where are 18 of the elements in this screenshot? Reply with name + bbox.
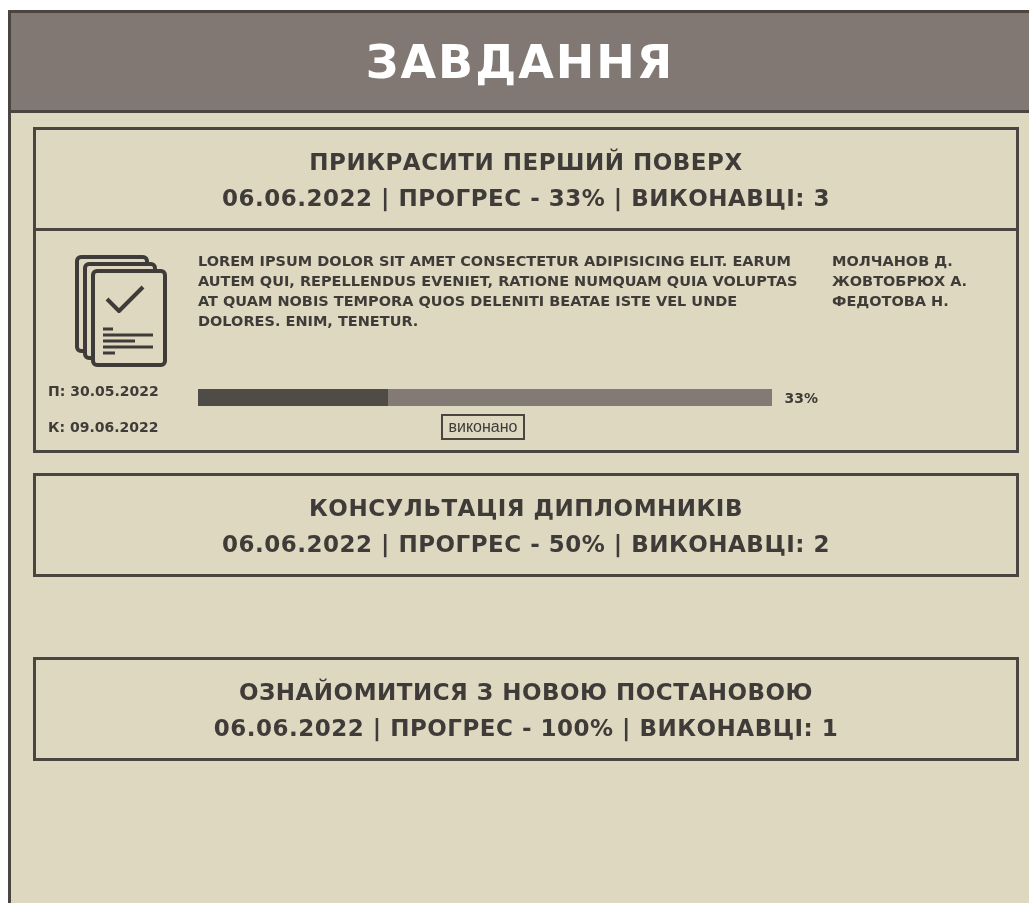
progress-percent: 33% [784, 389, 818, 406]
task-title: КОНСУЛЬТАЦІЯ ДИПЛОМНИКІВ [308, 494, 744, 523]
task-title: ОЗНАЙОМИТИСЯ З НОВОЮ ПОСТАНОВОЮ [237, 677, 815, 707]
task-title: ПРИКРАСИТИ ПЕРШИЙ ПОВЕРХ [308, 147, 744, 177]
end-date: К: 09.06.2022 [48, 418, 160, 437]
done-button[interactable]: виконано [440, 414, 526, 440]
assignee-name: МОЛЧАНОВ Д. [832, 252, 954, 271]
task-description: LOREM IPSUM DOLOR SIT AMET CONSECTETUR ADIPISICING ELIT. EARUM AUTEM QUI, REPELLENDUS EVENIET, RATIONE NUMQUAM QUIA VOLUPTAS AT QUAM NOBIS TEMPORA QUOS DELENITI BEATAE ISTE VEL UNDE DOLORES. ENIM, TENETUR. [198, 252, 799, 331]
task-card[interactable] [33, 127, 1019, 453]
task-summary: 06.06.2022 | ПРОГРЕС - 33% | ВИКОНАВЦІ: 3 [221, 184, 831, 214]
task-card[interactable]: КОНСУЛЬТАЦІЯ ДИПЛОМНИКІВ 06.06.2022 | ПРОГРЕС - 50% | ВИКОНАВЦІ: 2 [33, 473, 1019, 577]
task-card[interactable]: ОЗНАЙОМИТИСЯ З НОВОЮ ПОСТАНОВОЮ 06.06.2022 | ПРОГРЕС - 100% | ВИКОНАВЦІ: 1 [33, 657, 1019, 761]
assignee-name: ЖОВТОБРЮХ А. [832, 272, 968, 291]
assignee-name: ФЕДОТОВА Н. [832, 292, 950, 311]
page-title: ЗАВДАННЯ [365, 34, 675, 89]
task-summary: 06.06.2022 | ПРОГРЕС - 50% | ВИКОНАВЦІ: 2 [221, 530, 831, 560]
start-date: П: 30.05.2022 [48, 381, 160, 401]
task-summary: 06.06.2022 | ПРОГРЕС - 100% | ВИКОНАВЦІ: 1 [212, 714, 840, 744]
